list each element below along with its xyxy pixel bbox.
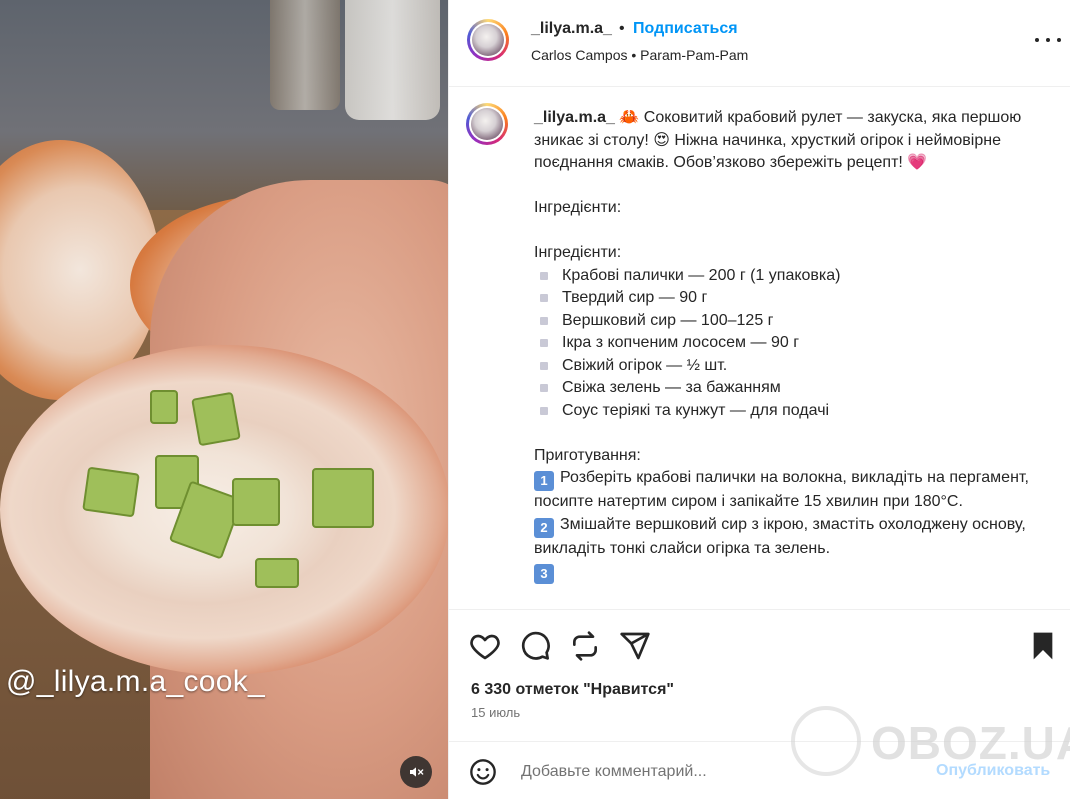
media-overlay-text: @_lilya.m.a_cook_ (6, 665, 266, 698)
cucumber-piece (232, 478, 280, 526)
comment-icon[interactable] (519, 630, 551, 662)
avatar[interactable] (466, 103, 508, 145)
separator-dot: • (619, 20, 625, 37)
cucumber-piece (82, 466, 140, 518)
list-item: Свіжий огірок — ½ шт. (534, 355, 1044, 378)
heart-emoji: 💗 (907, 154, 928, 171)
author-username[interactable]: _lilya.m.a_ (531, 20, 612, 38)
caption-scroll-area[interactable]: _lilya.m.a_ 🦀 Соковитий крабовий рулет —… (449, 87, 1070, 609)
speaker-muted-icon (410, 767, 424, 777)
audio-info[interactable]: Carlos Campos • Param-Pam-Pam (531, 47, 748, 63)
background-jar (270, 0, 340, 110)
mute-button[interactable] (400, 756, 432, 788)
cucumber-piece (191, 391, 241, 447)
preparation-heading: Приготування: (534, 446, 641, 464)
cucumber-piece (255, 558, 299, 588)
list-item: Соус теріякі та кунжут — для подачі (534, 400, 1044, 423)
avatar[interactable] (467, 19, 509, 61)
heart-icon[interactable] (469, 630, 501, 662)
comment-input[interactable] (519, 759, 903, 785)
list-item: Вершковий сир — 100–125 г (534, 310, 1044, 333)
cucumber-piece (150, 390, 178, 424)
comment-bar: Опубликовать (449, 741, 1070, 800)
background-jar (345, 0, 440, 120)
post-actions (449, 609, 1070, 680)
crab-emoji: 🦀 (619, 109, 640, 126)
caption-username[interactable]: _lilya.m.a_ (534, 109, 615, 126)
list-item: Твердий сир — 90 г (534, 287, 1044, 310)
audio-track[interactable]: Param-Pam-Pam (640, 47, 748, 63)
follow-button[interactable]: Подписаться (633, 20, 738, 38)
separator-dot: • (631, 47, 637, 63)
post-header: _lilya.m.a_ • Подписаться Carlos Campos … (449, 0, 1070, 87)
bookmark-icon[interactable] (1027, 630, 1059, 662)
repost-icon[interactable] (569, 630, 601, 662)
preparation-step: 3 (534, 560, 1044, 584)
send-icon[interactable] (619, 630, 651, 662)
preparation-step: 2 Змішайте вершковий сир з ікрою, змастіт… (534, 515, 1026, 557)
keycap-number: 2 (534, 517, 554, 538)
list-item: Свіжа зелень — за бажанням (534, 377, 1044, 400)
ingredients-list: Крабові палички — 200 г (1 упаковка) Тве… (534, 265, 1044, 423)
likes-count[interactable]: 6 330 отметок "Нравится" (471, 681, 674, 699)
heart-eyes-emoji: 😍 (653, 131, 670, 149)
list-item: Крабові палички — 200 г (1 упаковка) (534, 265, 1044, 288)
list-item: Ікра з копченим лососем — 90 г (534, 332, 1044, 355)
keycap-number: 1 (534, 471, 554, 491)
keycap-number: 3 (534, 564, 554, 584)
more-options-icon[interactable] (1035, 30, 1061, 50)
ingredients-heading: Інгредієнти: (534, 244, 622, 261)
cucumber-piece (312, 468, 374, 528)
publish-button[interactable]: Опубликовать (936, 762, 1050, 780)
post-caption: _lilya.m.a_ 🦀 Соковитий крабовий рулет —… (534, 107, 1044, 584)
audio-artist[interactable]: Carlos Campos (531, 47, 627, 63)
ingredients-heading: Інгредієнти: (534, 199, 622, 216)
post-side-panel: _lilya.m.a_ • Подписаться Carlos Campos … (448, 0, 1070, 799)
post-media[interactable]: @_lilya.m.a_cook_ (0, 0, 448, 799)
instagram-post-modal: @_lilya.m.a_cook_ _lilya.m.a_ • Подписат… (0, 0, 1070, 799)
post-date[interactable]: 15 июль (471, 705, 520, 720)
emoji-icon[interactable] (469, 758, 497, 786)
preparation-step: 1 Розберіть крабові палички на волокна, в… (534, 469, 1029, 510)
